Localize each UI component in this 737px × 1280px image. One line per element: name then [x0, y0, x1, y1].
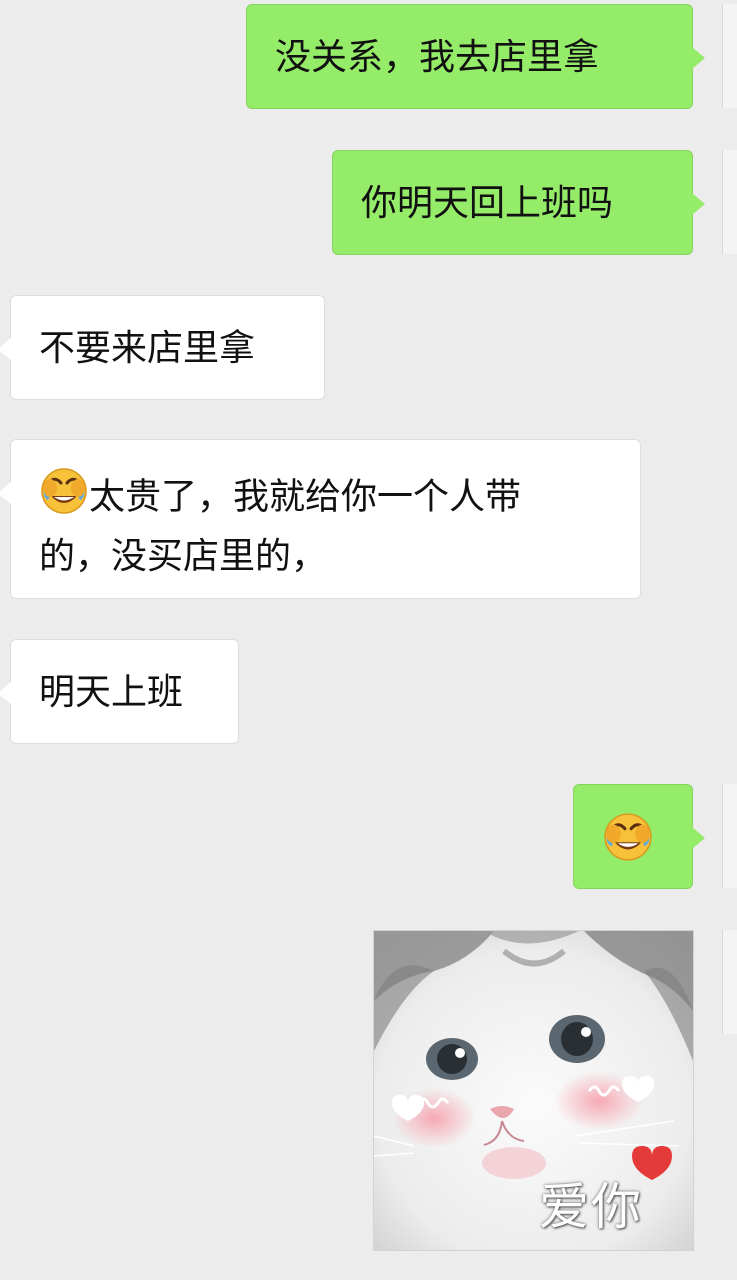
face-with-tears-of-joy-icon — [39, 466, 89, 531]
sticker-caption: 爱你 — [539, 1178, 643, 1236]
message-bubble-incoming[interactable]: 明天上班 — [0, 639, 239, 744]
message-bubble-incoming[interactable]: 太贵了，我就给你一个人带 的，没买店里的， — [0, 439, 641, 599]
cat-face-image — [374, 931, 693, 1250]
message-bubble-incoming[interactable]: 不要来店里拿 — [0, 295, 325, 400]
message-bubble-outgoing[interactable]: 没关系，我去店里拿 — [246, 4, 705, 109]
message-text: 太贵了，我就给你一个人带 — [89, 476, 522, 518]
avatar[interactable] — [722, 4, 737, 108]
message-bubble-outgoing[interactable] — [573, 784, 705, 889]
message-bubble-outgoing[interactable]: 你明天回上班吗 — [332, 150, 705, 255]
message-text: 的，没买店里的， — [39, 536, 328, 577]
message-line: 的，没买店里的， — [39, 531, 612, 583]
message-text: 明天上班 — [39, 672, 184, 713]
avatar[interactable] — [722, 930, 737, 1034]
avatar[interactable] — [722, 784, 737, 888]
message-text: 你明天回上班吗 — [361, 183, 614, 224]
cat-sticker[interactable]: 爱你 — [373, 930, 694, 1251]
chat-conversation: 没关系，我去店里拿 你明天回上班吗 不要来店里拿 太贵了，我就给你一个人带 的，… — [0, 0, 737, 1280]
avatar[interactable] — [722, 150, 737, 254]
message-text: 没关系，我去店里拿 — [275, 37, 600, 78]
message-text: 不要来店里拿 — [39, 328, 256, 369]
message-line: 太贵了，我就给你一个人带 — [39, 466, 612, 531]
face-with-tears-of-joy-icon — [602, 811, 654, 879]
